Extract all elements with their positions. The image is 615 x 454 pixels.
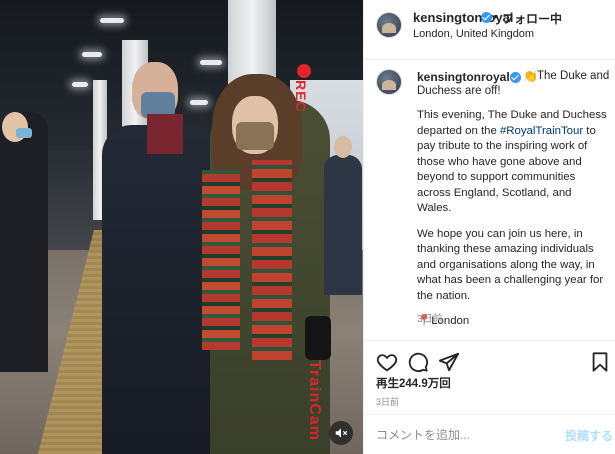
person-background <box>324 155 362 295</box>
clap-emoji: 👏 <box>523 69 538 83</box>
share-icon[interactable] <box>438 351 460 373</box>
caption-paragraph: We hope you can join us here, in thankin… <box>417 227 604 302</box>
face-mask <box>16 128 32 138</box>
rec-indicator-icon <box>297 64 311 78</box>
comment-bar: 投稿する <box>364 414 615 454</box>
ceiling-light <box>200 60 222 65</box>
ceiling-light <box>100 18 124 23</box>
tartan-scarf <box>252 160 292 360</box>
comment-icon[interactable] <box>407 351 429 373</box>
verified-icon <box>510 72 521 83</box>
following-button[interactable]: フォロー中 <box>502 10 562 27</box>
mute-icon <box>335 428 348 438</box>
glove <box>305 316 331 360</box>
post-username[interactable]: kensingtonroyal <box>413 10 513 25</box>
comment-input[interactable] <box>376 425 546 445</box>
face-mask <box>236 122 274 150</box>
hashtag-link[interactable]: #RoyalTrainTour <box>500 125 583 137</box>
mute-button[interactable] <box>329 421 353 445</box>
post-comment-button[interactable]: 投稿する <box>565 427 613 444</box>
caption-first-line: The Duke and <box>537 70 610 82</box>
verified-icon <box>481 12 492 23</box>
scarf <box>147 114 183 154</box>
tartan-scarf <box>202 170 240 350</box>
heart-icon[interactable] <box>376 351 398 373</box>
header-dot: • <box>493 9 498 24</box>
caption-area: kensingtonroyal 👏 The Duke and Duchess a… <box>364 60 615 340</box>
post-location[interactable]: London, United Kingdom <box>413 28 534 40</box>
caption-username[interactable]: kensingtonroyal <box>417 70 510 84</box>
caption-first-line-cont: Duchess are off! <box>417 85 501 97</box>
post-side-panel: kensingtonroyal • フォロー中 London, United K… <box>363 0 615 454</box>
caption-text: to pay tribute to the inspiring work of … <box>417 124 596 215</box>
ceiling-light <box>82 52 102 57</box>
post-header: kensingtonroyal • フォロー中 London, United K… <box>364 0 615 60</box>
caption-paragraph: This evening, The Duke and Duchess depar… <box>417 108 607 217</box>
person-background-head <box>334 136 352 158</box>
rec-label: REC <box>293 80 309 113</box>
action-bar <box>364 340 615 380</box>
traincam-watermark: TrainCam <box>306 360 323 441</box>
avatar[interactable] <box>376 69 402 95</box>
post-timestamp[interactable]: 3日前 <box>376 395 399 408</box>
view-count[interactable]: 再生244.9万回 <box>376 375 451 391</box>
post-media-video[interactable]: REC TrainCam <box>0 0 363 454</box>
caption-timestamp[interactable]: 3日前 <box>417 310 443 325</box>
person-left <box>0 112 48 372</box>
caption-body: This evening, The Duke and Duchess depar… <box>417 108 607 340</box>
avatar[interactable] <box>376 12 402 38</box>
ceiling-light <box>72 82 88 87</box>
bookmark-icon[interactable] <box>589 351 611 373</box>
caption-paragraph: 📍London <box>417 314 607 330</box>
ceiling-light <box>190 100 208 105</box>
